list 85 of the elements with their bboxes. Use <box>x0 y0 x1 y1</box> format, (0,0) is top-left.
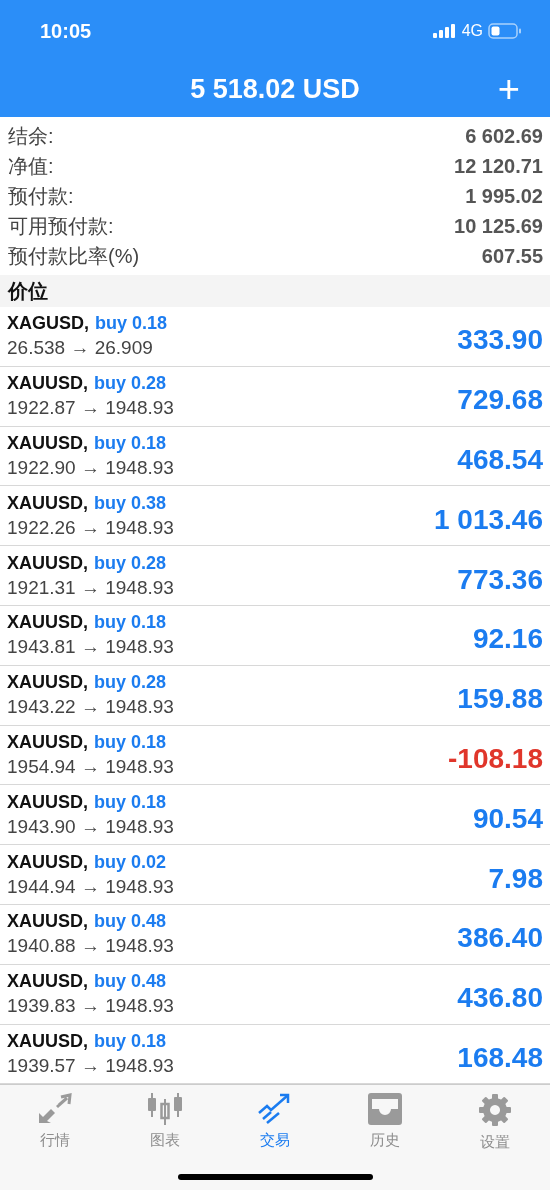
trade-prices: 1943.22 → 1948.93 <box>7 696 174 719</box>
trade-symbol: XAUUSD, <box>7 373 88 395</box>
summary-value: 10 125.69 <box>454 214 543 238</box>
trade-side: buy 0.48 <box>94 911 167 933</box>
trade-prices: 1940.88 → 1948.93 <box>7 935 174 958</box>
trade-symbol: XAUUSD, <box>7 731 88 753</box>
trade-symbol: XAUUSD, <box>7 433 88 454</box>
trade-prices: 1954.94 → 1948.93 <box>7 755 174 778</box>
trade-row[interactable]: XAUUSD, buy 0.18 1943.81 → 1948.93 92.16 <box>0 606 550 666</box>
arrows-icon <box>37 1093 73 1126</box>
trade-profit: 436.80 <box>457 981 543 1015</box>
summary-value: 12 120.71 <box>454 154 543 178</box>
trade-prices: 1922.26 → 1948.93 <box>7 516 174 539</box>
summary-value: 607.55 <box>481 244 543 268</box>
trade-side: buy 0.18 <box>94 791 167 813</box>
battery-icon <box>488 23 522 39</box>
trade-side: buy 0.48 <box>94 971 167 993</box>
trade-prices: 1939.57 → 1948.93 <box>7 1054 174 1077</box>
trade-prices: 1943.81 → 1948.93 <box>7 636 174 659</box>
settings-icon <box>478 1093 512 1128</box>
summary-label: 预付款: <box>8 183 74 209</box>
candlestick-icon <box>147 1093 183 1126</box>
trade-row[interactable]: XAUUSD, buy 0.48 1940.88 → 1948.93 386.40 <box>0 904 550 965</box>
signal-icon <box>432 24 457 38</box>
balance-title: 5 518.02 USD <box>190 74 360 105</box>
trade-profit: -108.18 <box>448 741 543 775</box>
trade-prices: 1922.87 → 1948.93 <box>7 397 174 420</box>
trade-row[interactable]: XAUUSD, buy 0.18 1943.90 → 1948.93 90.54 <box>0 785 550 846</box>
status-time: 10:05 <box>40 19 92 43</box>
trade-profit: 468.54 <box>457 443 543 476</box>
trade-side: buy 0.18 <box>94 433 167 454</box>
trade-row[interactable]: XAUUSD, buy 0.18 1922.90 → 1948.93 468.54 <box>0 426 550 487</box>
trade-side: buy 0.18 <box>95 313 168 335</box>
trade-profit: 7.98 <box>488 861 543 895</box>
trade-row[interactable]: XAGUSD, buy 0.18 26.538 → 26.909 333.90 <box>0 307 550 367</box>
network-label: 4G <box>461 22 483 40</box>
summary-value: 1 995.02 <box>465 184 543 208</box>
trade-profit: 386.40 <box>457 921 543 955</box>
summary-label: 结余: <box>8 123 54 149</box>
trade-profit: 168.48 <box>457 1040 543 1074</box>
trade-side: buy 0.38 <box>94 492 167 514</box>
trade-profit: 729.68 <box>457 383 543 417</box>
tab[interactable]: 交易 <box>220 1093 330 1153</box>
trade-prices: 1944.94 → 1948.93 <box>7 875 174 898</box>
trade-side: buy 0.18 <box>94 612 167 634</box>
summary-label: 净值: <box>8 153 54 179</box>
trade-row[interactable]: XAUUSD, buy 0.28 1921.31 → 1948.93 773.36 <box>0 546 550 606</box>
summary-value: 6 602.69 <box>465 124 543 148</box>
trade-symbol: XAUUSD, <box>7 971 88 993</box>
trade-row[interactable]: XAUUSD, buy 0.02 1944.94 → 1948.93 7.98 <box>0 845 550 905</box>
trade-side: buy 0.18 <box>94 1030 167 1052</box>
inbox-icon <box>367 1093 403 1126</box>
trade-symbol: XAUUSD, <box>7 911 88 933</box>
trade-prices: 26.538 → 26.909 <box>7 337 154 360</box>
trade-symbol: XAUUSD, <box>7 612 88 634</box>
trade-symbol: XAUUSD, <box>7 492 88 514</box>
trade-row[interactable]: XAUUSD, buy 0.18 1954.94 → 1948.93 -108.18 <box>0 725 550 786</box>
trade-side: buy 0.18 <box>94 731 167 753</box>
trade-row[interactable]: XAUUSD, buy 0.28 1943.22 → 1948.93 159.88 <box>0 665 550 726</box>
trade-prices: 1922.90 → 1948.93 <box>7 457 174 479</box>
trade-symbol: XAUUSD, <box>7 851 88 873</box>
summary-label: 可用预付款: <box>8 213 114 239</box>
trade-side: buy 0.28 <box>94 373 167 395</box>
trade-side: buy 0.28 <box>94 552 167 574</box>
trade-profit: 1 013.46 <box>434 502 543 536</box>
trade-symbol: XAGUSD, <box>7 313 89 335</box>
trade-row[interactable]: XAUUSD, buy 0.28 1922.87 → 1948.93 729.68 <box>0 366 550 427</box>
trade-profit: 92.16 <box>472 622 543 656</box>
summary-label: 预付款比率(%) <box>8 243 140 269</box>
trade-prices: 1939.83 → 1948.93 <box>7 995 174 1018</box>
trade-row[interactable]: XAUUSD, buy 0.48 1939.83 → 1948.93 436.80 <box>0 964 550 1025</box>
section-header: 价位 <box>0 275 550 307</box>
trade-profit: 333.90 <box>457 323 543 357</box>
trade-profit: 773.36 <box>457 562 543 596</box>
trade-row[interactable]: XAUUSD, buy 0.38 1922.26 → 1948.93 1 013.46 <box>0 486 550 547</box>
trade-profit: 90.54 <box>472 801 543 835</box>
trade-prices: 1943.90 → 1948.93 <box>7 815 174 838</box>
trade-symbol: XAUUSD, <box>7 791 88 813</box>
trade-profit: 159.88 <box>457 682 543 716</box>
trade-prices: 1921.31 → 1948.93 <box>7 576 174 599</box>
trade-symbol: XAUUSD, <box>7 552 88 574</box>
trade-side: buy 0.28 <box>94 672 167 694</box>
trade-side: buy 0.02 <box>94 851 167 873</box>
trade-symbol: XAUUSD, <box>7 1030 88 1052</box>
trade-symbol: XAUUSD, <box>7 672 88 694</box>
